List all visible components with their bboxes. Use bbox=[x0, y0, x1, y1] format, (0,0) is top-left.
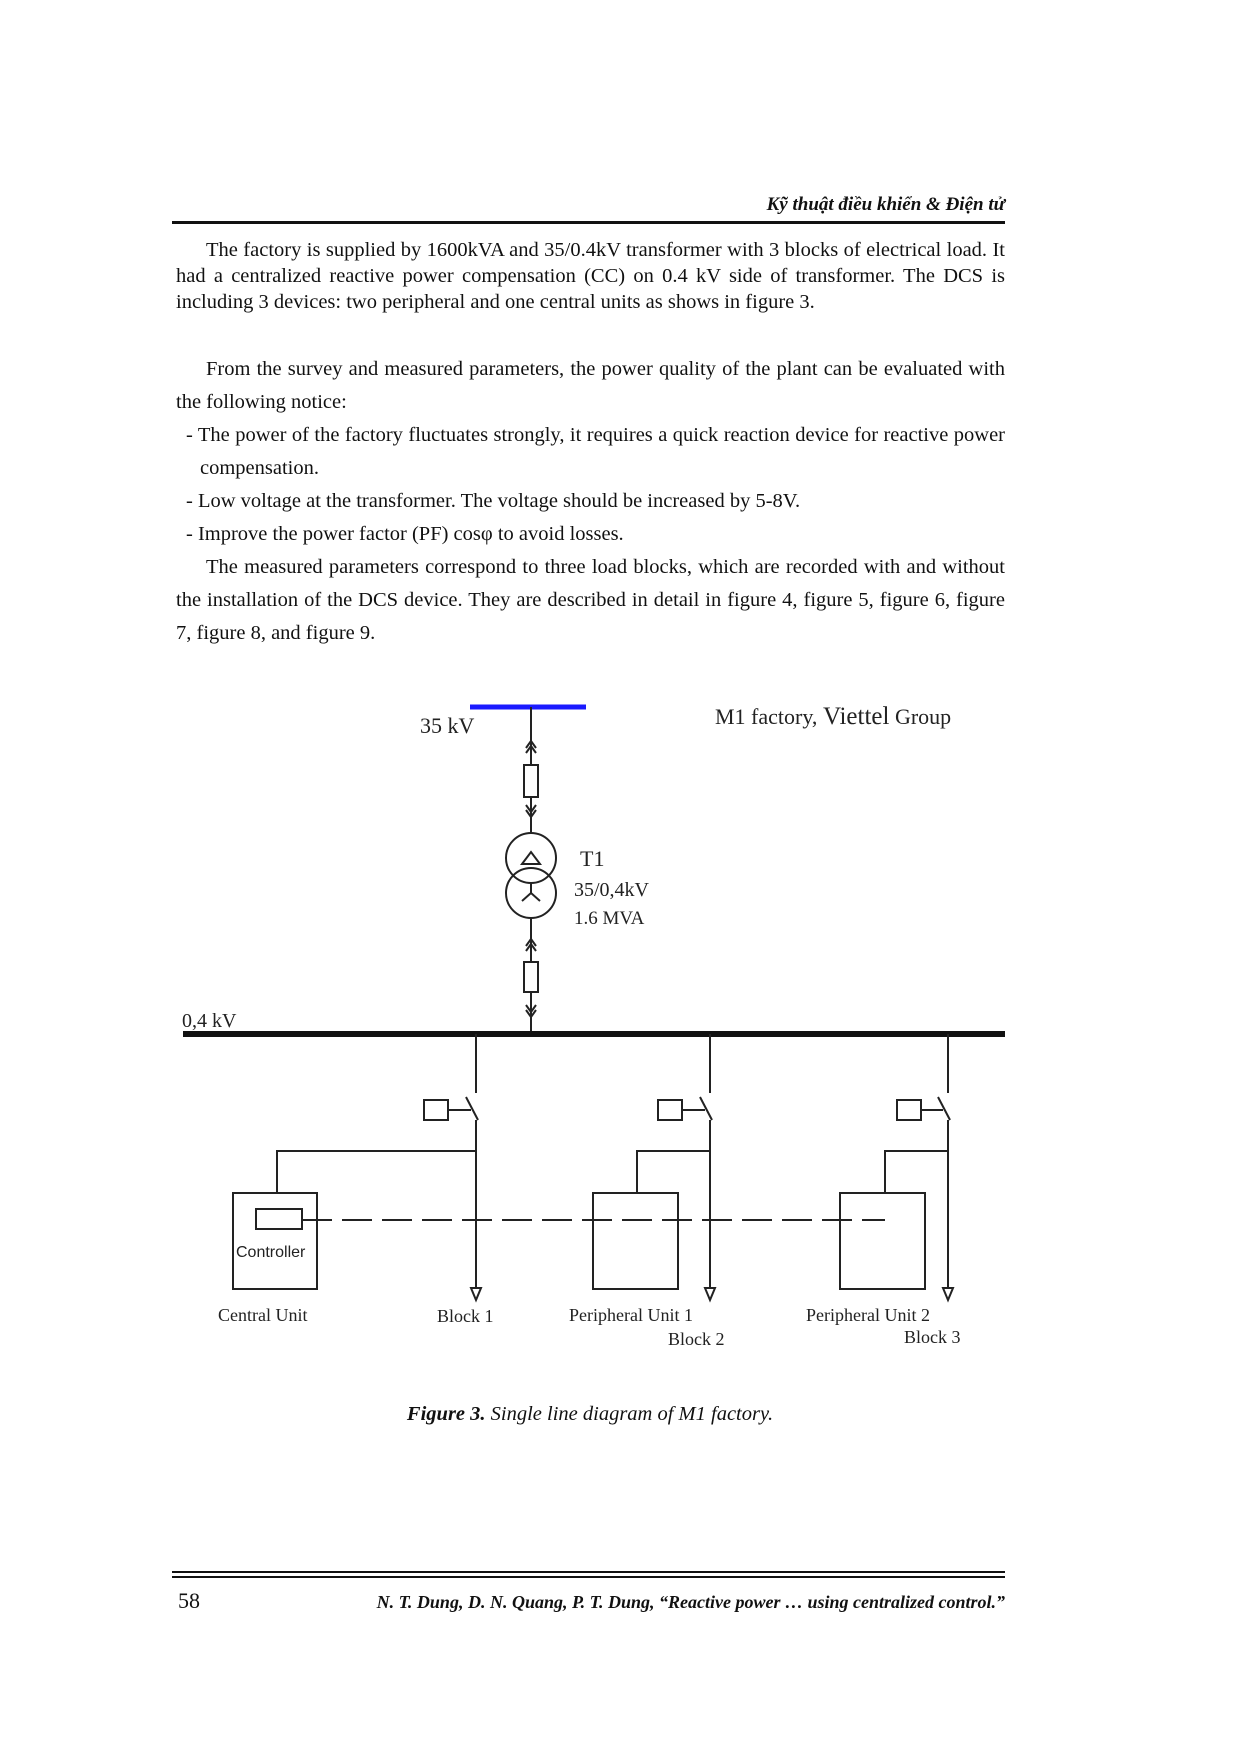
figure-caption-label: Figure 3. bbox=[406, 1403, 486, 1425]
controller-box bbox=[255, 1208, 303, 1230]
central-unit-box bbox=[232, 1192, 318, 1290]
load-arrow-icon bbox=[941, 1287, 955, 1303]
figure-caption: Figure 3. Single line diagram of M1 fact… bbox=[0, 1403, 1180, 1426]
lv-bus-label: 0,4 kV bbox=[182, 1010, 237, 1032]
transformer-rating: 1.6 MVA bbox=[574, 908, 645, 929]
peripheral-unit-1-tap bbox=[636, 1150, 710, 1193]
unit-label: Central Unit bbox=[218, 1305, 307, 1325]
peripheral-unit-1-box bbox=[592, 1192, 679, 1290]
footer-citation: N. T. Dung, D. N. Quang, P. T. Dung, “Re… bbox=[376, 1592, 1005, 1612]
block-label: Block 2 bbox=[668, 1329, 725, 1349]
figure-title: M1 factory, Viettel Group bbox=[715, 703, 951, 730]
unit-label: Peripheral Unit 2 bbox=[806, 1305, 930, 1325]
footer-rule bbox=[172, 1571, 1005, 1573]
load-arrow-icon bbox=[703, 1287, 717, 1303]
hv-bus-label: 35 kV bbox=[420, 713, 475, 738]
block-label: Block 3 bbox=[904, 1327, 961, 1347]
central-unit-tap bbox=[276, 1150, 476, 1193]
controller-label: Controller bbox=[236, 1244, 306, 1261]
breaker-icon bbox=[896, 1099, 922, 1121]
branch-1 bbox=[423, 1034, 483, 1303]
transformer-icon bbox=[505, 832, 557, 919]
branch-2 bbox=[657, 1034, 717, 1303]
breaker-icon bbox=[657, 1099, 683, 1121]
transformer-ratio: 35/0,4kV bbox=[574, 879, 650, 901]
transformer-name: T1 bbox=[580, 846, 604, 871]
load-arrow-icon bbox=[469, 1287, 483, 1303]
unit-label: Peripheral Unit 1 bbox=[569, 1305, 693, 1325]
single-line-diagram: 35 kV M1 factory, Viettel Group T1 35/0,… bbox=[182, 703, 1005, 1349]
peripheral-unit-2-box bbox=[839, 1192, 926, 1290]
block-label: Block 1 bbox=[437, 1306, 494, 1326]
breaker-icon bbox=[423, 1099, 449, 1121]
peripheral-unit-2-tap bbox=[884, 1150, 948, 1193]
figure-caption-text: Single line diagram of M1 factory. bbox=[485, 1403, 774, 1425]
footer-rule bbox=[172, 1576, 1005, 1578]
page-number: 58 bbox=[178, 1588, 200, 1613]
